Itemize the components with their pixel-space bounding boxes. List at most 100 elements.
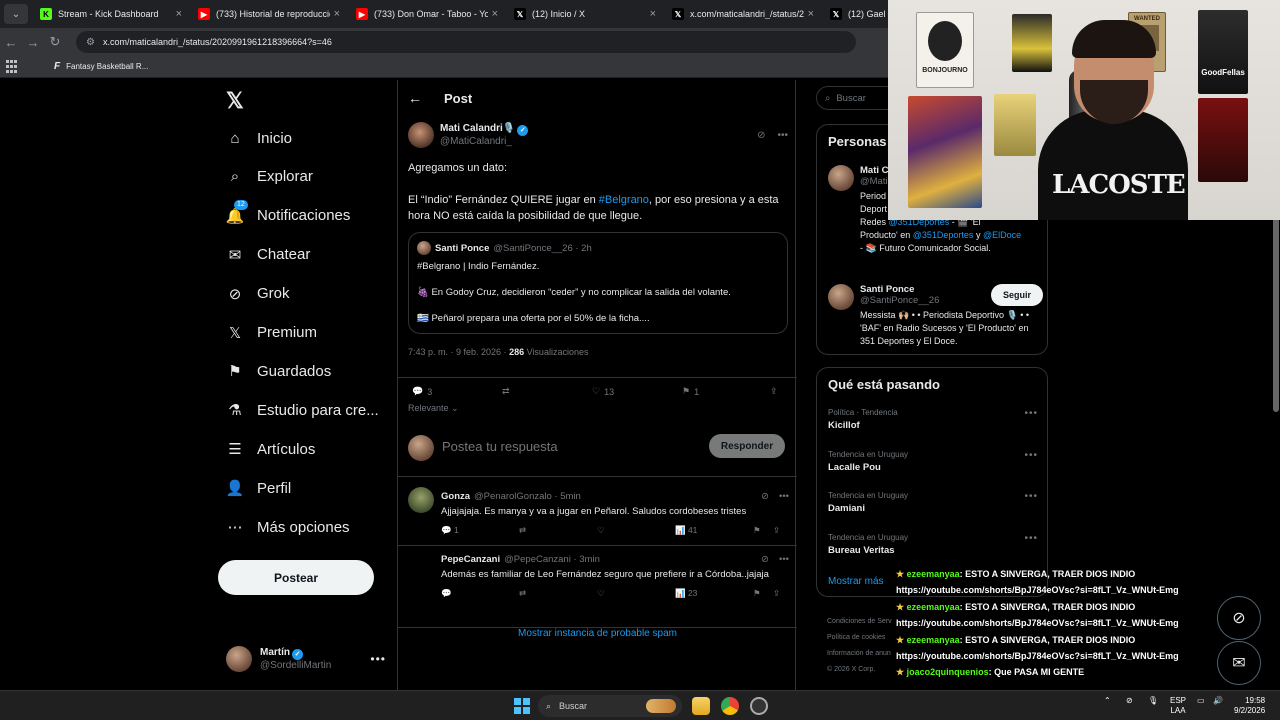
trend-item[interactable]: Política · Tendencia Kicillof •••	[828, 408, 1038, 431]
apps-icon[interactable]	[6, 59, 20, 74]
network-off-icon[interactable]: ⊘	[1126, 696, 1133, 706]
quoted-tweet[interactable]: Santi Ponce @SantiPonce__26 · 2h #Belgra…	[408, 232, 788, 334]
grok-fab[interactable]: ⊘	[1217, 596, 1261, 640]
account-switcher[interactable]: Martín ✓ @SordelliMartin •••	[226, 643, 386, 675]
browser-tab[interactable]: 𝕏 (12) Inicio / X ×	[506, 0, 664, 28]
nav-item-person[interactable]: 👤 Perfil	[226, 473, 292, 503]
bookmark-action[interactable]: ⚑ 1	[682, 386, 699, 397]
reload-icon[interactable]: ↻	[44, 34, 66, 50]
bookmark-icon[interactable]: ⚑	[753, 525, 761, 536]
x-logo-icon[interactable]: 𝕏	[226, 88, 244, 114]
nav-item-mail[interactable]: ✉ Chatear	[226, 240, 311, 270]
close-icon[interactable]: ×	[176, 8, 182, 20]
reply-tweet[interactable]: PepeCanzani @PepeCanzani · 3min ⊘ ••• Ademá…	[398, 546, 797, 628]
nav-item-more[interactable]: ⋯ Más opciones	[226, 512, 350, 542]
windows-start-icon[interactable]	[514, 698, 530, 714]
volume-icon[interactable]: 🔊	[1213, 696, 1223, 706]
more-icon[interactable]: •••	[1024, 450, 1038, 461]
author-handle[interactable]: @MatiCalandri_	[440, 136, 528, 147]
nav-item-bell[interactable]: 🔔 12 Notificaciones	[226, 199, 350, 231]
browser-tab[interactable]: ▶ (733) Don Omar - Taboo - YouT ×	[348, 0, 506, 28]
grok-icon[interactable]: ⊘	[757, 130, 765, 141]
more-icon[interactable]: •••	[779, 491, 789, 502]
close-icon[interactable]: ×	[808, 8, 814, 20]
browser-tab[interactable]: K Stream - Kick Dashboard ×	[32, 0, 190, 28]
messages-fab[interactable]: ✉	[1217, 641, 1261, 685]
back-arrow-icon[interactable]: ←	[408, 90, 422, 106]
forward-icon[interactable]: →	[22, 35, 44, 50]
grok-icon[interactable]: ⊘	[761, 491, 769, 502]
repost-icon[interactable]: ⇄	[519, 588, 526, 599]
mention-link[interactable]: @ElDoce	[983, 230, 1021, 240]
hashtag-link[interactable]: #Belgrano	[599, 194, 649, 206]
language-indicator[interactable]: ESP LAA	[1170, 696, 1186, 716]
share-icon[interactable]: ⇪	[773, 525, 780, 536]
address-bar[interactable]: ⚙ x.com/maticalandri_/status/20209919612…	[76, 31, 856, 53]
bookmark-fantasy[interactable]: Fantasy Basketball R...	[66, 62, 148, 71]
post-button[interactable]: Postear	[218, 560, 374, 595]
reply-button[interactable]: Responder	[709, 434, 785, 458]
taskbar-search[interactable]: ⌕ Buscar	[538, 695, 682, 717]
reply-tweet[interactable]: Gonza @PenarolGonzalo · 5min ⊘ ••• Ajjajaja…	[398, 483, 797, 546]
trend-item[interactable]: Tendencia en Uruguay Bureau Veritas •••	[828, 533, 1038, 556]
heart-icon[interactable]: ♡	[597, 588, 605, 599]
nav-item-bookmark[interactable]: ⚑ Guardados	[226, 356, 331, 386]
reply-icon[interactable]: 💬	[441, 588, 452, 599]
sort-dropdown[interactable]: Relevante ⌄	[408, 403, 459, 414]
heart-icon[interactable]: ♡	[597, 525, 605, 536]
obs-icon[interactable]	[750, 697, 768, 715]
reply-avatar[interactable]	[408, 487, 434, 513]
views-icon[interactable]: 📊 41	[675, 525, 697, 536]
reply-author[interactable]: PepeCanzani	[441, 554, 500, 565]
display-icon[interactable]: ▭	[1197, 696, 1205, 706]
author-name[interactable]: Mati Calandri	[440, 123, 503, 134]
nav-item-grok[interactable]: ⊘ Grok	[226, 279, 290, 309]
tray-chevron-icon[interactable]: ⌃	[1104, 696, 1111, 706]
chrome-icon[interactable]	[721, 697, 739, 715]
nav-item-x[interactable]: 𝕏 Premium	[226, 318, 317, 348]
show-spam-link[interactable]: Mostrar instancia de probable spam	[398, 628, 797, 639]
close-icon[interactable]: ×	[334, 8, 340, 20]
reply-input[interactable]: Postea tu respuesta	[442, 439, 558, 454]
more-icon[interactable]: •••	[370, 652, 386, 666]
repost-icon[interactable]: ⇄	[519, 525, 526, 536]
footer-link[interactable]: Condiciones de Serv	[827, 614, 892, 630]
mention-link[interactable]: @351Deportes	[913, 230, 974, 240]
file-explorer-icon[interactable]	[692, 697, 710, 715]
repost-action[interactable]: ⇄	[502, 386, 510, 397]
share-icon[interactable]: ⇪	[770, 386, 778, 397]
person-card-2[interactable]: Santi Ponce @SantiPonce__26 Messista 🙌🏼 …	[828, 284, 1043, 348]
tweet-timestamp[interactable]: 7:43 p. m. · 9 feb. 2026 ·	[408, 347, 509, 357]
grok-icon[interactable]: ⊘	[761, 554, 769, 565]
tab-search-button[interactable]: ⌄	[4, 4, 28, 24]
more-icon[interactable]: •••	[1024, 408, 1038, 419]
site-info-icon[interactable]: ⚙	[86, 37, 95, 48]
clock[interactable]: 19:58 9/2/2026	[1234, 696, 1265, 716]
more-icon[interactable]: •••	[777, 130, 788, 141]
footer-link[interactable]: Información de anun	[827, 646, 892, 662]
more-icon[interactable]: •••	[1024, 491, 1038, 502]
close-icon[interactable]: ×	[650, 8, 656, 20]
nav-item-flask[interactable]: ⚗ Estudio para cre...	[226, 395, 378, 425]
nav-item-article[interactable]: ☰ Artículos	[226, 434, 315, 464]
share-icon[interactable]: ⇪	[773, 588, 780, 599]
close-icon[interactable]: ×	[492, 8, 498, 20]
trend-item[interactable]: Tendencia en Uruguay Lacalle Pou •••	[828, 450, 1038, 473]
browser-tab[interactable]: 𝕏x.com/maticalandri_/status/202 ×	[664, 0, 822, 28]
reply-icon[interactable]: 💬 1	[441, 525, 459, 536]
trend-item[interactable]: Tendencia en Uruguay Damiani •••	[828, 491, 1038, 514]
mic-icon[interactable]: 🎙	[1148, 696, 1158, 706]
back-icon[interactable]: ←	[0, 35, 22, 50]
bookmark-icon[interactable]: ⚑	[753, 588, 761, 599]
show-more-link[interactable]: Mostrar más	[828, 576, 884, 587]
more-icon[interactable]: •••	[779, 554, 789, 565]
like-action[interactable]: ♡ 13	[592, 386, 614, 397]
reply-action[interactable]: 💬 3	[412, 386, 432, 397]
nav-item-home[interactable]: ⌂ Inicio	[226, 123, 292, 153]
browser-tab[interactable]: ▶ (733) Historial de reproducción ×	[190, 0, 348, 28]
author-avatar[interactable]	[408, 122, 434, 148]
views-icon[interactable]: 📊 23	[675, 588, 697, 599]
nav-item-search[interactable]: ⌕ Explorar	[226, 162, 313, 192]
footer-link[interactable]: Política de cookies	[827, 630, 892, 646]
reply-author[interactable]: Gonza	[441, 491, 470, 502]
